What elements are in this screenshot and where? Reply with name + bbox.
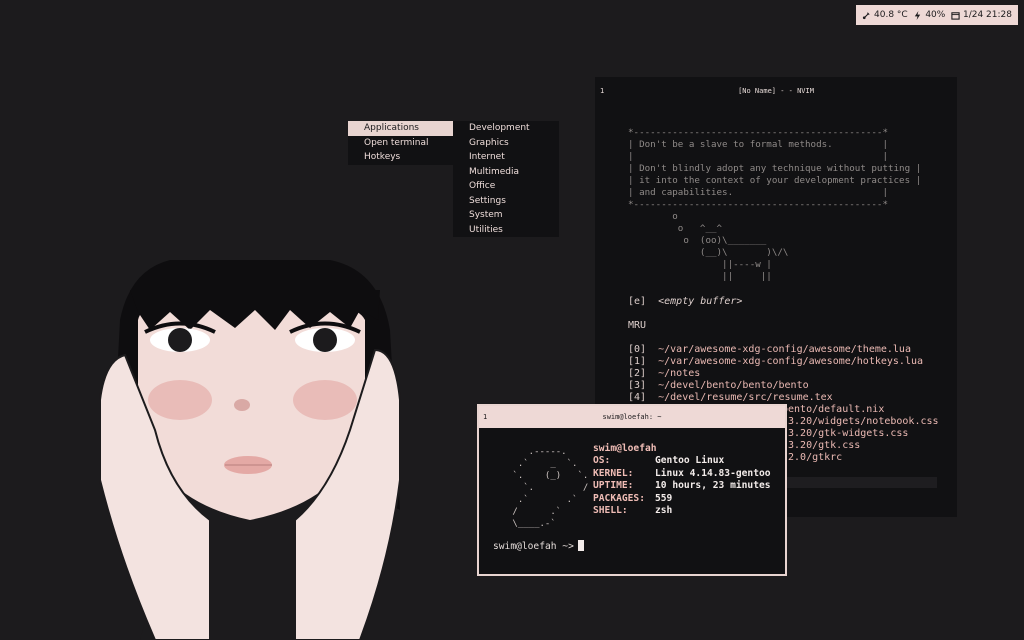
clock-value: 1/24 21:28 (962, 10, 1012, 20)
mru-entry[interactable]: [1] ~/var/awesome-xdg-config/awesome/hot… (628, 356, 923, 368)
battery-widget[interactable]: 40% (913, 10, 945, 20)
info-value: 10 hours, 23 minutes (655, 480, 771, 492)
submenu-item-utilities[interactable]: Utilities (453, 223, 559, 238)
info-value: zsh (655, 505, 673, 517)
info-key: KERNEL: (593, 467, 634, 479)
mru-entry[interactable]: [4] ~/devel/resume/src/resume.tex (628, 392, 833, 404)
mru-path: ~/var/awesome-xdg-config/awesome/hotkeys… (658, 356, 924, 367)
mru-entry[interactable]: [2] ~/notes (628, 368, 700, 380)
cowsay-quote: *---------------------------------------… (628, 127, 922, 282)
menu-item-open-terminal[interactable]: Open terminal (348, 136, 453, 151)
mru-path: -3.20/widgets/notebook.css (782, 416, 939, 427)
info-key: OS: (593, 455, 611, 467)
system-info: swim@loefah OS: Gentoo Linux KERNEL: Linux… (593, 443, 771, 517)
mru-entry[interactable]: [0] ~/var/awesome-xdg-config/awesome/the… (628, 344, 911, 356)
temperature-widget[interactable]: 40.8 °C (862, 10, 908, 20)
mru-path: ~/notes (658, 368, 701, 379)
mru-path: ~/devel/bento/bento/bento (658, 380, 809, 391)
nvim-titlebar[interactable]: 1 [No Name] - - NVIM (595, 77, 957, 103)
mru-path: -2.0/gtkrc (782, 452, 843, 463)
empty-buffer-entry[interactable]: [e] <empty buffer> (628, 296, 742, 308)
mru-index: [4] (628, 392, 647, 403)
text-cursor (577, 540, 584, 551)
submenu-item-internet[interactable]: Internet (453, 150, 559, 165)
mru-heading: MRU (628, 320, 647, 331)
calendar-icon (951, 11, 960, 20)
status-bar: 40.8 °C 40% 1/24 21:28 (856, 5, 1018, 25)
mru-entry[interactable]: -3.20/gtk.css (782, 440, 860, 452)
submenu-item-system[interactable]: System (453, 208, 559, 223)
mru-path: -3.20/gtk-widgets.css (782, 428, 909, 439)
info-row-os: OS: Gentoo Linux (593, 455, 771, 467)
info-key: UPTIME: (593, 480, 634, 492)
gentoo-ascii-logo: .-----. .` _ `. `. (_) `. `. / .` .` / .… (512, 447, 589, 529)
mru-index: [0] (628, 344, 647, 355)
menu-item-applications[interactable]: Applications (348, 121, 453, 136)
applications-submenu: Development Graphics Internet Multimedia… (453, 121, 559, 237)
terminal-window[interactable]: 1 swim@loefah: ~ .-----. .` _ `. `. (_) … (477, 404, 787, 576)
submenu-item-multimedia[interactable]: Multimedia (453, 165, 559, 180)
empty-buffer-index: [e] (628, 296, 647, 307)
submenu-item-settings[interactable]: Settings (453, 194, 559, 209)
info-value: Gentoo Linux (655, 455, 725, 467)
info-key: PACKAGES: (593, 492, 645, 504)
user-host: swim@loefah (593, 443, 657, 454)
thermometer-icon (862, 11, 870, 19)
info-row-kernel: KERNEL: Linux 4.14.83-gentoo (593, 468, 771, 480)
prompt-text: swim@loefah ~> (493, 541, 574, 552)
info-row-packages: PACKAGES: 559 (593, 493, 771, 505)
mru-entry[interactable]: bento/default.nix (782, 404, 884, 416)
shell-prompt[interactable]: swim@loefah ~> (493, 540, 584, 552)
mru-path: ~/devel/resume/src/resume.tex (658, 392, 833, 403)
submenu-item-graphics[interactable]: Graphics (453, 136, 559, 151)
mru-path: ~/var/awesome-xdg-config/awesome/theme.l… (658, 344, 911, 355)
lightning-icon (915, 10, 921, 20)
info-row-shell: SHELL: zsh (593, 505, 771, 517)
nvim-title: [No Name] - - NVIM (738, 87, 814, 95)
empty-buffer-label: <empty buffer> (658, 296, 743, 307)
mru-entry[interactable]: [3] ~/devel/bento/bento/bento (628, 380, 809, 392)
mru-index: [2] (628, 368, 647, 379)
submenu-item-development[interactable]: Development (453, 121, 559, 136)
mru-index: [1] (628, 356, 647, 367)
info-key: SHELL: (593, 505, 628, 517)
info-value: Linux 4.14.83-gentoo (655, 467, 771, 479)
info-row-uptime: UPTIME: 10 hours, 23 minutes (593, 480, 771, 492)
root-menu: Applications Open terminal Hotkeys (348, 121, 453, 165)
mru-path: bento/default.nix (782, 404, 885, 415)
terminal-titlebar[interactable]: 1 swim@loefah: ~ (479, 406, 785, 428)
mru-path: -3.20/gtk.css (782, 440, 861, 451)
mru-entry[interactable]: -2.0/gtkrc (782, 452, 842, 464)
mru-entry[interactable]: -3.20/gtk-widgets.css (782, 428, 908, 440)
battery-value: 40% (925, 10, 946, 20)
temperature-value: 40.8 °C (874, 10, 908, 20)
wallpaper-illustration (99, 260, 401, 640)
mru-index: [3] (628, 380, 647, 391)
info-value: 559 (655, 492, 673, 504)
menu-item-hotkeys[interactable]: Hotkeys (348, 150, 453, 165)
terminal-title: swim@loefah: ~ (602, 413, 662, 421)
mru-entry[interactable]: -3.20/widgets/notebook.css (782, 416, 939, 428)
clock-widget[interactable]: 1/24 21:28 (951, 10, 1012, 20)
submenu-item-office[interactable]: Office (453, 179, 559, 194)
